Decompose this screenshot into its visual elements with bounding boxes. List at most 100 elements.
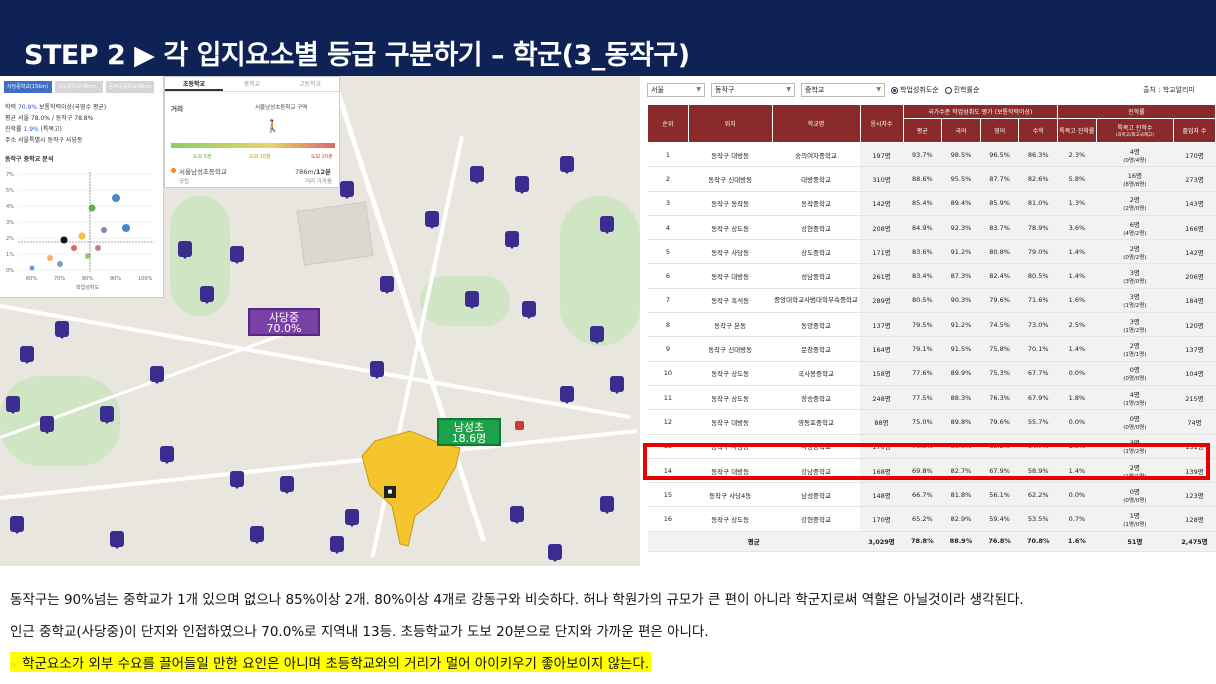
cell-special-rate: 3.6% [1057, 215, 1097, 241]
school-pin-icon[interactable] [380, 276, 394, 294]
cell-school: 사당중학교 [772, 434, 861, 459]
commentary: 동작구는 90%넘는 중학교가 1개 있으며 없으나 85%이상 2개. 80%… [0, 566, 1216, 684]
achievement-row: 학력 70.9% 보통학력이상(국영수 평균) [5, 102, 106, 111]
cell-school: 강현중학교 [772, 506, 861, 532]
school-pin-icon[interactable] [110, 531, 124, 549]
cell-avg: 88.6% [903, 166, 942, 192]
filter-bar: 서울 ▼ 동작구 ▼ 중학교 ▼ 학업성취도순 진학률순 [647, 82, 979, 98]
cell-special-rate: 1.4% [1057, 239, 1097, 265]
cell-location: 동작구 대방동 [688, 409, 773, 435]
radio-progress[interactable]: 진학률순 [944, 85, 979, 95]
city-select-value: 서울 [651, 86, 664, 94]
school-pin-icon[interactable] [425, 211, 439, 229]
svg-text:2%: 2% [6, 236, 14, 242]
progress-value: 1.9% [23, 126, 39, 133]
school-pin-icon[interactable] [10, 516, 24, 534]
namseong-elementary-label[interactable]: 남성초 18.6명 [437, 418, 501, 446]
tab-school-2[interactable]: 성도중학교(3km) [55, 81, 103, 93]
commentary-line-3: ☞ 학군요소가 외부 수요를 끌어들일 만한 요인은 아니며 초등학교와의 거리가… [10, 652, 652, 672]
cell-korean: 81.8% [941, 482, 981, 508]
school-pin-icon[interactable] [590, 326, 604, 344]
school-pin-icon[interactable] [280, 476, 294, 494]
school-pin-icon[interactable] [510, 506, 524, 524]
city-select[interactable]: 서울 ▼ [647, 83, 705, 97]
cell-special-count-sub: (1명/2명) [1123, 327, 1147, 334]
sadang-middle-school-label[interactable]: 사당중 70.0% [248, 308, 320, 336]
school-pin-icon[interactable] [230, 471, 244, 489]
school-pin-icon[interactable] [600, 216, 614, 234]
school-pin-icon[interactable] [340, 181, 354, 199]
radio-achievement[interactable]: 학업성취도순 [891, 85, 939, 95]
tab-high[interactable]: 고등학교 [281, 77, 339, 91]
school-pin-icon[interactable] [470, 166, 484, 184]
school-pin-icon[interactable] [55, 321, 69, 339]
school-pin-icon[interactable] [548, 544, 562, 562]
school-pin-icon[interactable] [150, 366, 164, 384]
school-pin-icon[interactable] [610, 376, 624, 394]
tab-school-3[interactable]: 동작구중학교(8km) [106, 81, 154, 93]
school-pin-icon[interactable] [522, 301, 536, 319]
school-pin-icon[interactable] [370, 361, 384, 379]
cell-english: 67.9% [980, 458, 1019, 484]
cell-special-count: 3명 (1명/2명) [1096, 312, 1174, 338]
table-row: 7 동작구 흑석동 중앙대학교사범대학부속중학교 289명 80.5% 90.3% 79.6… [647, 288, 1216, 314]
svg-text:1%: 1% [6, 252, 14, 258]
level-select[interactable]: 중학교 ▼ [801, 83, 885, 97]
cell-math: 62.2% [1018, 482, 1058, 508]
cell-special-count: 3명 (1명/2명) [1096, 434, 1174, 459]
cell-special-rate: 1.3% [1057, 191, 1097, 216]
header-korean: 국어 [941, 118, 981, 143]
cell-location: 동작구 대방동 [688, 458, 773, 484]
cell-avg: 77.6% [903, 361, 942, 386]
school-pin-icon[interactable] [6, 396, 20, 414]
district-select[interactable]: 동작구 ▼ [711, 83, 795, 97]
cell-math: 79.0% [1018, 239, 1058, 265]
school-pin-icon[interactable] [160, 446, 174, 464]
tab-school-1[interactable]: 사당중학교(15km) [4, 81, 52, 93]
tab-elementary[interactable]: 초등학교 [165, 77, 223, 91]
school-pin-icon[interactable] [250, 526, 264, 544]
school-dot-icon [171, 168, 176, 173]
school-pin-icon[interactable] [505, 231, 519, 249]
cell-math: 73.0% [1018, 312, 1058, 338]
legend-5min: 도보 5분 [193, 154, 212, 160]
header-group-achievement: 국가수준 학업성취도 평가 (보통학력이상) [902, 104, 1059, 119]
namseong-label-value: 18.6명 [451, 432, 487, 445]
cell-special-count: 2명 (0명/2명) [1096, 239, 1174, 265]
complex-marker[interactable]: ■ [384, 486, 396, 498]
school-pin-icon[interactable] [200, 286, 214, 304]
cell-english: 56.1% [980, 482, 1019, 508]
school-pin-icon[interactable] [230, 246, 244, 264]
page-title: STEP 2 ▶ 각 입지요소별 등급 구분하기 – 학군(3_동작구) [24, 40, 690, 71]
school-pin-icon[interactable] [560, 386, 574, 404]
cell-location: 동작구 흑석동 [688, 288, 773, 314]
cell-avg: 93.7% [903, 142, 942, 168]
header-english: 영어 [979, 118, 1020, 143]
header-avg: 평균 [902, 118, 943, 143]
cell-location: 동작구 동작동 [688, 191, 773, 216]
school-pin-icon[interactable] [20, 346, 34, 364]
cell-location: 동작구 사당동 [688, 239, 773, 265]
cell-rank: 7 [647, 288, 689, 314]
school-pin-icon[interactable] [560, 156, 574, 174]
cell-special-count-sub: (3명/0명) [1123, 279, 1147, 286]
school-pin-icon[interactable] [178, 241, 192, 259]
school-pin-icon[interactable] [330, 536, 344, 554]
header-location: 위치 [687, 104, 773, 143]
school-pin-icon[interactable] [600, 496, 614, 514]
cell-location: 동작구 상도동 [688, 361, 773, 386]
school-pin-icon[interactable] [515, 176, 529, 194]
school-name[interactable]: 서울남성초등학교 [179, 166, 227, 176]
map-view[interactable]: ■ 사당중 70.0% 남성초 18.6명 사당중학교(15km) 성도중학교(… [0, 76, 640, 566]
cell-special-count-value: 0명 [1129, 366, 1140, 375]
school-pin-icon[interactable] [40, 416, 54, 434]
cell-grad: 170명 [1173, 142, 1216, 168]
school-pin-icon[interactable] [465, 291, 479, 309]
school-pin-icon[interactable] [345, 509, 359, 527]
cell-special-count-value: 2명 [1129, 244, 1140, 253]
commentary-line-1: 동작구는 90%넘는 중학교가 1개 있으며 없으나 85%이상 2개. 80%… [10, 592, 1024, 608]
tab-middle[interactable]: 중학교 [223, 77, 281, 91]
chart-title: 동작구 중학교 분석 [5, 156, 54, 163]
school-pin-icon[interactable] [100, 406, 114, 424]
cell-special-rate: 1.8% [1057, 385, 1097, 411]
